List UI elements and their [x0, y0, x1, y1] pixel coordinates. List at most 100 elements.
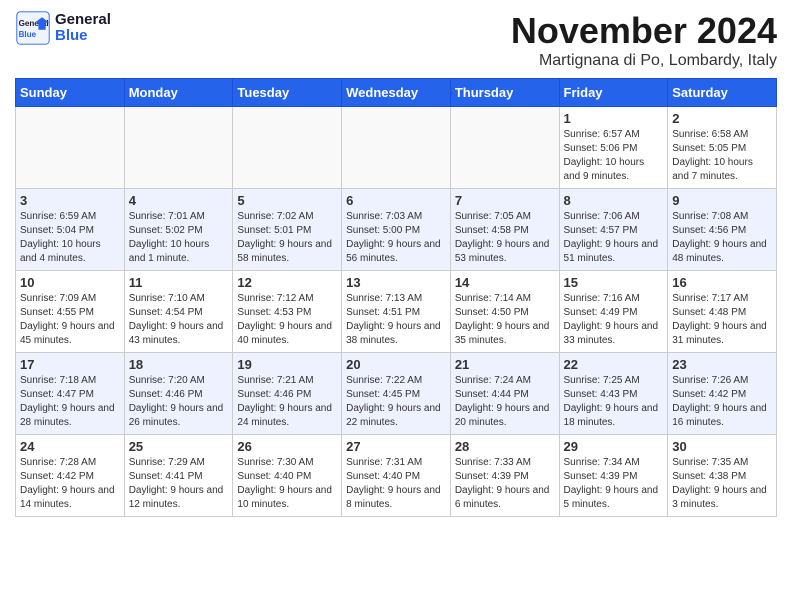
day-number: 27	[346, 439, 446, 454]
calendar-week-5: 24 Sunrise: 7:28 AM Sunset: 4:42 PM Dayli…	[16, 435, 777, 517]
calendar-cell: 5Sunrise: 7:02 AM Sunset: 5:01 PM Daylig…	[233, 189, 342, 271]
day-info: Sunrise: 7:08 AM Sunset: 4:56 PM Dayligh…	[672, 210, 772, 266]
day-number: 6	[346, 193, 446, 208]
th-thursday: Thursday	[450, 79, 559, 107]
day-info: Sunrise: 7:22 AM Sunset: 4:45 PM Dayligh…	[346, 374, 446, 430]
calendar-week-4: 17 Sunrise: 7:18 AM Sunset: 4:47 PM Dayli…	[16, 353, 777, 435]
calendar-cell: 24 Sunrise: 7:28 AM Sunset: 4:42 PM Dayli…	[16, 435, 125, 517]
calendar-cell: 22 Sunrise: 7:25 AM Sunset: 4:43 PM Dayli…	[559, 353, 668, 435]
day-info: Sunrise: 7:35 AM Sunset: 4:38 PM Dayligh…	[672, 456, 772, 512]
day-info: Sunrise: 6:59 AM Sunset: 5:04 PM Dayligh…	[20, 210, 120, 266]
day-number: 28	[455, 439, 555, 454]
logo: General Blue General Blue	[15, 10, 111, 46]
logo-icon: General Blue	[15, 10, 51, 46]
day-info: Sunrise: 7:17 AM Sunset: 4:48 PM Dayligh…	[672, 292, 772, 348]
calendar-cell: 19 Sunrise: 7:21 AM Sunset: 4:46 PM Dayli…	[233, 353, 342, 435]
calendar-cell: 3 Sunrise: 6:59 AM Sunset: 5:04 PM Daylig…	[16, 189, 125, 271]
calendar-cell	[450, 107, 559, 189]
day-number: 7	[455, 193, 555, 208]
day-info: Sunrise: 7:05 AM Sunset: 4:58 PM Dayligh…	[455, 210, 555, 266]
day-number: 22	[564, 357, 664, 372]
day-info: Sunrise: 7:14 AM Sunset: 4:50 PM Dayligh…	[455, 292, 555, 348]
calendar-cell	[342, 107, 451, 189]
day-number: 18	[129, 357, 229, 372]
calendar-cell: 13 Sunrise: 7:13 AM Sunset: 4:51 PM Dayli…	[342, 271, 451, 353]
day-number: 20	[346, 357, 446, 372]
day-number: 29	[564, 439, 664, 454]
day-number: 1	[564, 111, 664, 126]
day-info: Sunrise: 7:33 AM Sunset: 4:39 PM Dayligh…	[455, 456, 555, 512]
day-info: Sunrise: 7:06 AM Sunset: 4:57 PM Dayligh…	[564, 210, 664, 266]
day-number: 12	[237, 275, 337, 290]
month-title: November 2024	[511, 10, 777, 52]
day-info: Sunrise: 7:24 AM Sunset: 4:44 PM Dayligh…	[455, 374, 555, 430]
th-friday: Friday	[559, 79, 668, 107]
day-number: 9	[672, 193, 772, 208]
day-info: Sunrise: 7:18 AM Sunset: 4:47 PM Dayligh…	[20, 374, 120, 430]
day-info: Sunrise: 7:25 AM Sunset: 4:43 PM Dayligh…	[564, 374, 664, 430]
day-number: 10	[20, 275, 120, 290]
page-container: General Blue General Blue November 2024 …	[0, 0, 792, 527]
day-number: 25	[129, 439, 229, 454]
day-info: Sunrise: 7:03 AM Sunset: 5:00 PM Dayligh…	[346, 210, 446, 266]
calendar-cell: 29 Sunrise: 7:34 AM Sunset: 4:39 PM Dayli…	[559, 435, 668, 517]
day-info: Sunrise: 7:16 AM Sunset: 4:49 PM Dayligh…	[564, 292, 664, 348]
calendar-cell	[16, 107, 125, 189]
th-tuesday: Tuesday	[233, 79, 342, 107]
th-monday: Monday	[124, 79, 233, 107]
calendar-cell: 21 Sunrise: 7:24 AM Sunset: 4:44 PM Dayli…	[450, 353, 559, 435]
calendar-cell: 9 Sunrise: 7:08 AM Sunset: 4:56 PM Daylig…	[668, 189, 777, 271]
day-info: Sunrise: 7:34 AM Sunset: 4:39 PM Dayligh…	[564, 456, 664, 512]
day-number: 30	[672, 439, 772, 454]
day-info: Sunrise: 7:29 AM Sunset: 4:41 PM Dayligh…	[129, 456, 229, 512]
day-number: 15	[564, 275, 664, 290]
day-number: 14	[455, 275, 555, 290]
header: General Blue General Blue November 2024 …	[15, 10, 777, 70]
day-number: 16	[672, 275, 772, 290]
day-info: Sunrise: 7:13 AM Sunset: 4:51 PM Dayligh…	[346, 292, 446, 348]
calendar-cell: 11 Sunrise: 7:10 AM Sunset: 4:54 PM Dayli…	[124, 271, 233, 353]
day-number: 21	[455, 357, 555, 372]
calendar-cell: 18 Sunrise: 7:20 AM Sunset: 4:46 PM Dayli…	[124, 353, 233, 435]
calendar-cell: 7 Sunrise: 7:05 AM Sunset: 4:58 PM Daylig…	[450, 189, 559, 271]
calendar-cell	[124, 107, 233, 189]
day-number: 11	[129, 275, 229, 290]
day-info: Sunrise: 7:28 AM Sunset: 4:42 PM Dayligh…	[20, 456, 120, 512]
day-number: 26	[237, 439, 337, 454]
calendar-cell: 16 Sunrise: 7:17 AM Sunset: 4:48 PM Dayli…	[668, 271, 777, 353]
calendar-cell: 17 Sunrise: 7:18 AM Sunset: 4:47 PM Dayli…	[16, 353, 125, 435]
day-number: 4	[129, 193, 229, 208]
day-number: 13	[346, 275, 446, 290]
day-number: 2	[672, 111, 772, 126]
calendar-cell: 12Sunrise: 7:12 AM Sunset: 4:53 PM Dayli…	[233, 271, 342, 353]
day-info: Sunrise: 7:20 AM Sunset: 4:46 PM Dayligh…	[129, 374, 229, 430]
day-info: Sunrise: 7:30 AM Sunset: 4:40 PM Dayligh…	[237, 456, 337, 512]
day-info: Sunrise: 7:10 AM Sunset: 4:54 PM Dayligh…	[129, 292, 229, 348]
logo-general: General	[55, 12, 111, 29]
day-info: Sunrise: 7:01 AM Sunset: 5:02 PM Dayligh…	[129, 210, 229, 266]
calendar-cell: 10Sunrise: 7:09 AM Sunset: 4:55 PM Dayli…	[16, 271, 125, 353]
day-number: 24	[20, 439, 120, 454]
day-number: 19	[237, 357, 337, 372]
logo-blue: Blue	[55, 28, 111, 45]
calendar-header-row: Sunday Monday Tuesday Wednesday Thursday…	[16, 79, 777, 107]
calendar-cell: 14 Sunrise: 7:14 AM Sunset: 4:50 PM Dayli…	[450, 271, 559, 353]
calendar-cell: 27Sunrise: 7:31 AM Sunset: 4:40 PM Dayli…	[342, 435, 451, 517]
calendar-cell: 6 Sunrise: 7:03 AM Sunset: 5:00 PM Daylig…	[342, 189, 451, 271]
th-saturday: Saturday	[668, 79, 777, 107]
day-info: Sunrise: 7:21 AM Sunset: 4:46 PM Dayligh…	[237, 374, 337, 430]
day-number: 8	[564, 193, 664, 208]
day-number: 23	[672, 357, 772, 372]
day-number: 17	[20, 357, 120, 372]
calendar-table: Sunday Monday Tuesday Wednesday Thursday…	[15, 78, 777, 517]
calendar-cell: 2Sunrise: 6:58 AM Sunset: 5:05 PM Daylig…	[668, 107, 777, 189]
day-info: Sunrise: 7:26 AM Sunset: 4:42 PM Dayligh…	[672, 374, 772, 430]
day-number: 3	[20, 193, 120, 208]
calendar-cell: 26 Sunrise: 7:30 AM Sunset: 4:40 PM Dayli…	[233, 435, 342, 517]
calendar-week-1: 1Sunrise: 6:57 AM Sunset: 5:06 PM Daylig…	[16, 107, 777, 189]
calendar-cell: 30 Sunrise: 7:35 AM Sunset: 4:38 PM Dayli…	[668, 435, 777, 517]
calendar-cell	[233, 107, 342, 189]
th-sunday: Sunday	[16, 79, 125, 107]
calendar-cell: 20 Sunrise: 7:22 AM Sunset: 4:45 PM Dayli…	[342, 353, 451, 435]
location: Martignana di Po, Lombardy, Italy	[511, 52, 777, 70]
